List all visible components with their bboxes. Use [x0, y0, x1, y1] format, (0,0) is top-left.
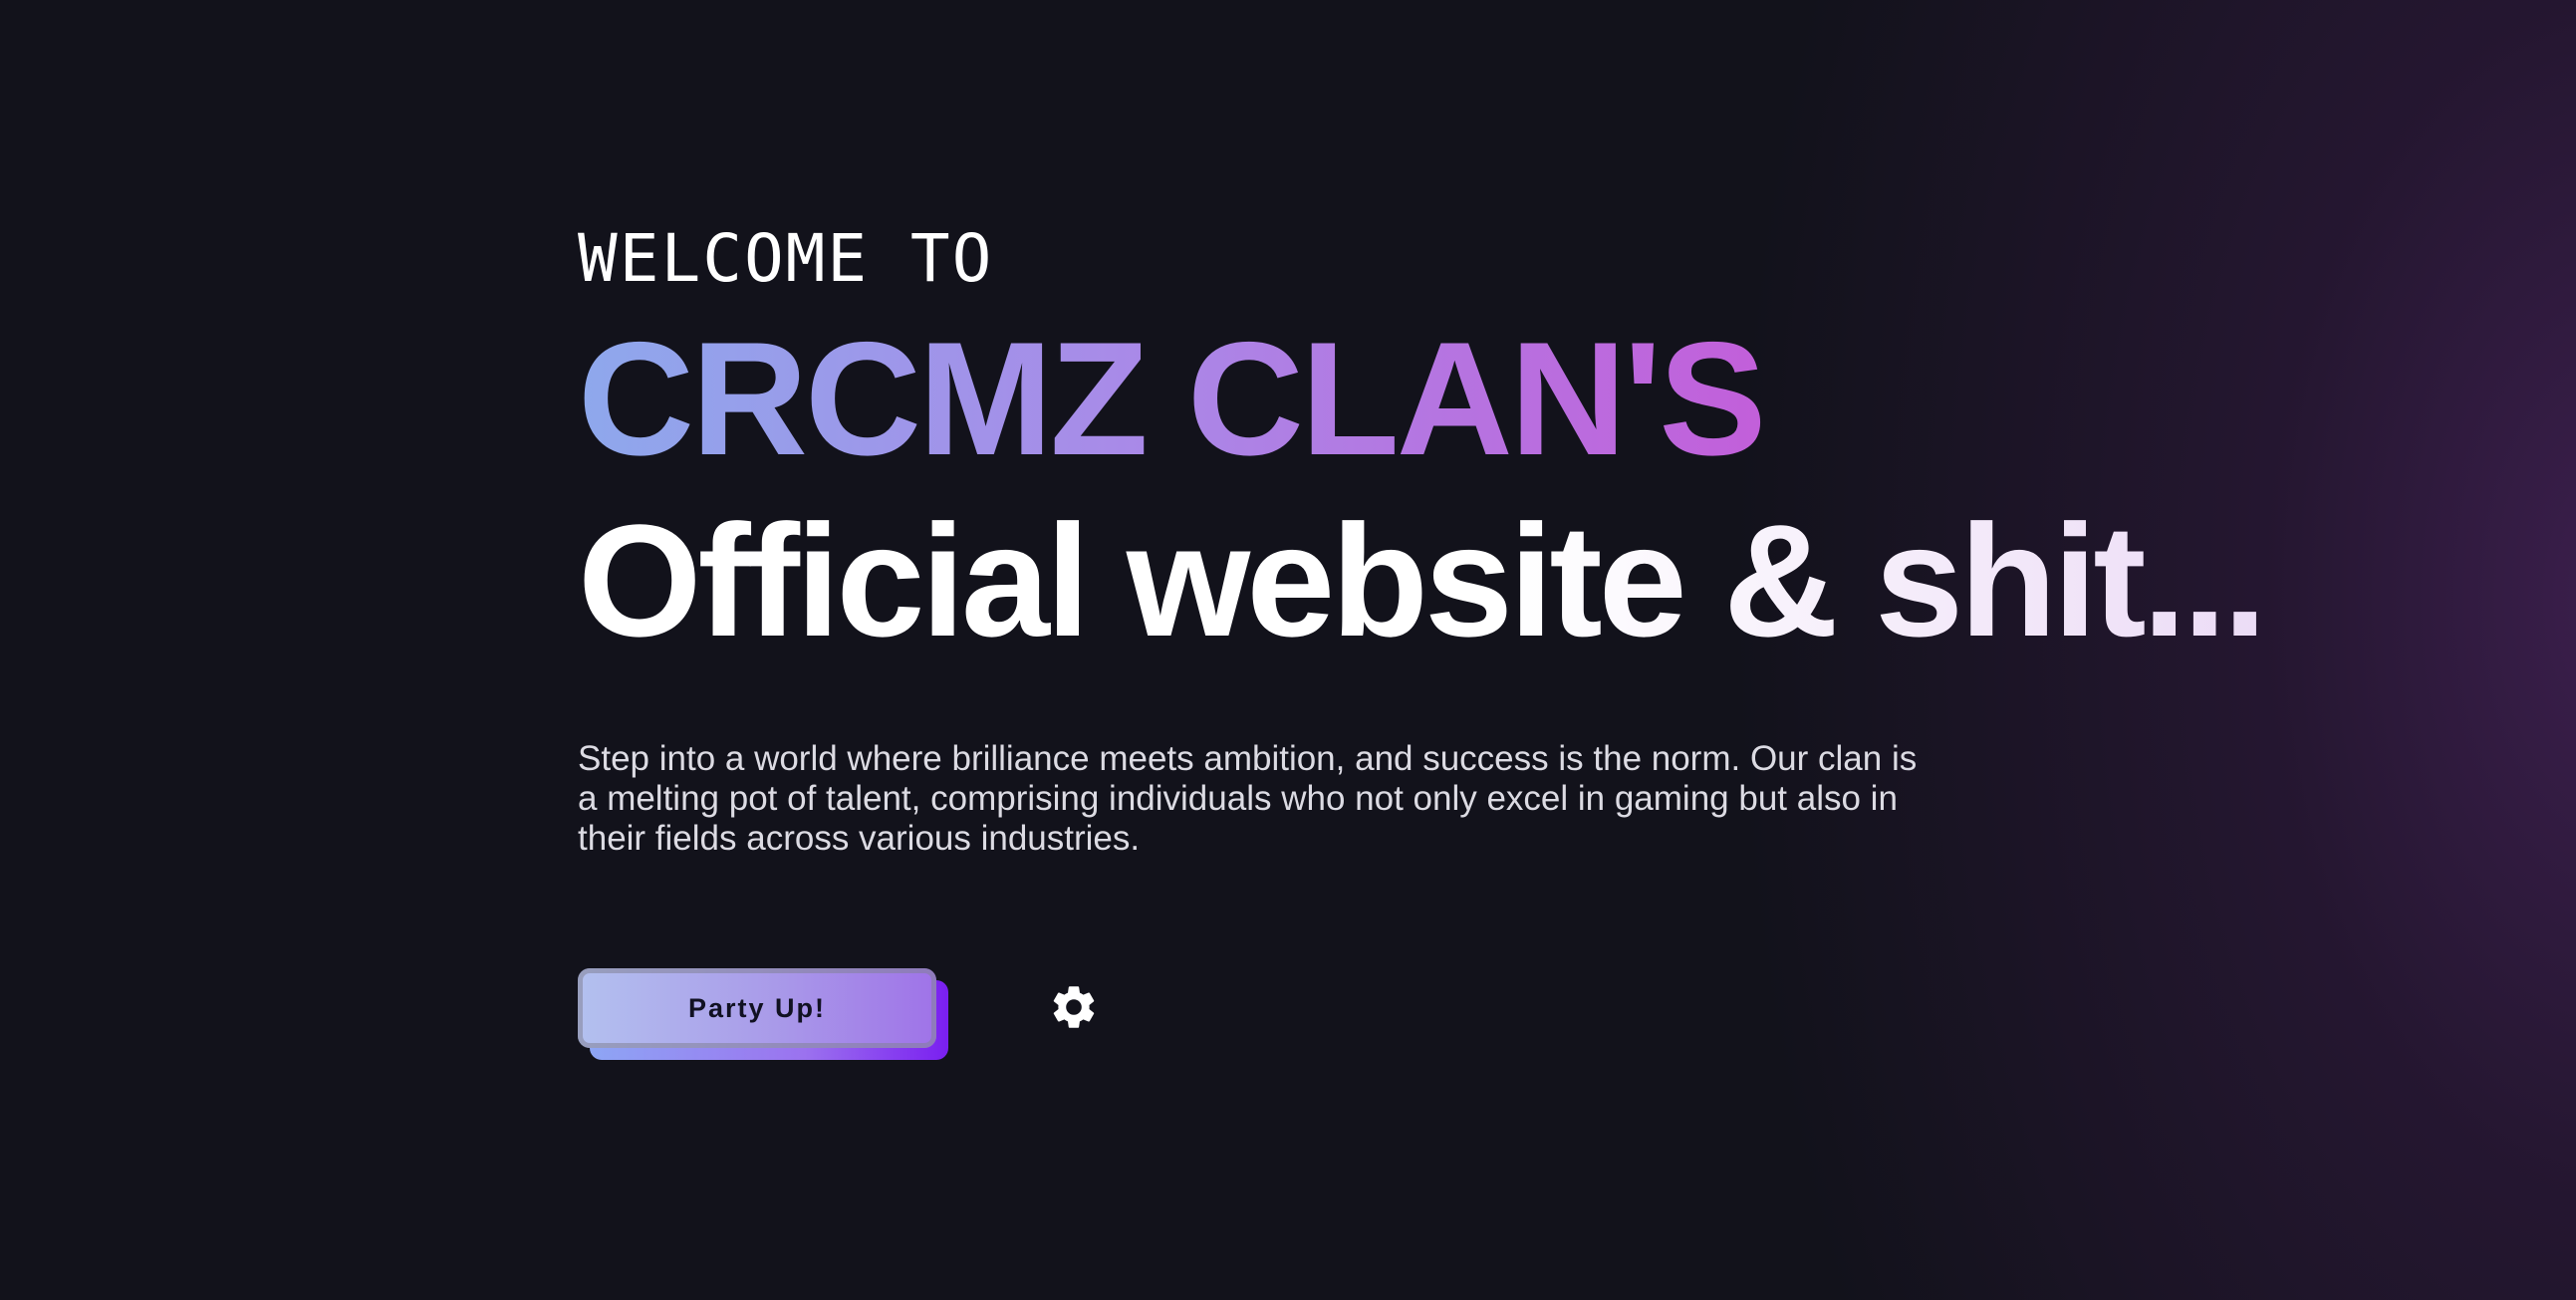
- settings-button[interactable]: [1046, 980, 1102, 1036]
- gear-icon: [1048, 981, 1100, 1036]
- hero-section: WELCOME TO CRCMZ CLAN'S Official website…: [578, 219, 2470, 1068]
- hero-description: Step into a world where brilliance meets…: [578, 739, 1918, 858]
- party-up-button[interactable]: Party Up!: [578, 968, 936, 1048]
- page-subtitle: Official website & shit...: [578, 491, 2267, 669]
- clan-name-title: CRCMZ CLAN'S: [578, 309, 1766, 489]
- hero-actions: Party Up!: [578, 968, 2470, 1068]
- welcome-heading: WELCOME TO: [578, 220, 994, 297]
